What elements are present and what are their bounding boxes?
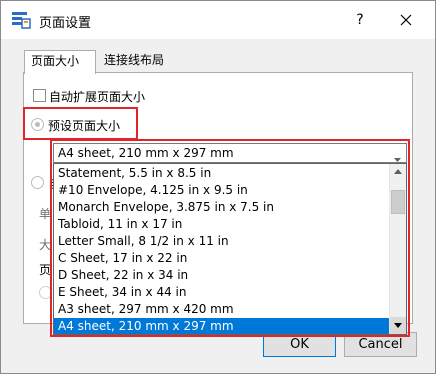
list-item-selected[interactable]: A4 sheet, 210 mm x 297 mm bbox=[54, 318, 389, 334]
tab-page-size[interactable]: 页面大小 bbox=[24, 50, 96, 74]
auto-expand-label: 自动扩展页面大小 bbox=[49, 90, 146, 104]
page-size-dropdown-list[interactable]: Statement, 5.5 in x 8.5 in #10 Envelope,… bbox=[53, 163, 407, 335]
scroll-down-button[interactable] bbox=[390, 317, 406, 334]
tab-connector-layout[interactable]: 连接线布局 bbox=[98, 50, 174, 72]
page-size-combobox[interactable]: A4 sheet, 210 mm x 297 mm bbox=[53, 143, 407, 163]
chevron-up-icon bbox=[394, 169, 402, 174]
list-item[interactable]: Statement, 5.5 in x 8.5 in bbox=[54, 165, 389, 182]
scroll-thumb[interactable] bbox=[391, 190, 405, 214]
combo-selected-value: A4 sheet, 210 mm x 297 mm bbox=[58, 146, 234, 160]
list-item[interactable]: Tabloid, 11 in x 17 in bbox=[54, 216, 389, 233]
close-icon bbox=[400, 14, 412, 26]
scroll-up-button[interactable] bbox=[390, 164, 406, 181]
list-scrollbar[interactable] bbox=[389, 164, 406, 334]
dialog-title: 页面设置 bbox=[39, 16, 92, 31]
preset-size-label: 预设页面大小 bbox=[48, 119, 121, 133]
list-item[interactable]: E Sheet, 34 in x 44 in bbox=[54, 284, 389, 301]
page-setup-app-icon bbox=[11, 10, 31, 30]
help-button[interactable]: ? bbox=[343, 6, 377, 34]
list-item[interactable]: #10 Envelope, 4.125 in x 9.5 in bbox=[54, 182, 389, 199]
chevron-down-icon bbox=[394, 323, 402, 328]
custom-size-radio[interactable] bbox=[31, 176, 44, 189]
close-button[interactable] bbox=[389, 6, 423, 34]
list-item[interactable]: C Sheet, 17 in x 22 in bbox=[54, 250, 389, 267]
page-setup-dialog: 页面设置 ? 页面大小 连接线布局 自动扩展页面大小 预设页面大小 自 单 大 … bbox=[0, 0, 436, 374]
list-item[interactable]: Monarch Envelope, 3.875 in x 7.5 in bbox=[54, 199, 389, 216]
title-bar: 页面设置 ? bbox=[1, 1, 435, 39]
list-item[interactable]: Letter Small, 8 1/2 in x 11 in bbox=[54, 233, 389, 250]
list-item[interactable]: A3 sheet, 297 mm x 420 mm bbox=[54, 301, 389, 318]
auto-expand-checkbox[interactable] bbox=[33, 89, 46, 102]
list-item[interactable]: D Sheet, 22 in x 34 in bbox=[54, 267, 389, 284]
preset-size-radio[interactable] bbox=[31, 118, 44, 131]
